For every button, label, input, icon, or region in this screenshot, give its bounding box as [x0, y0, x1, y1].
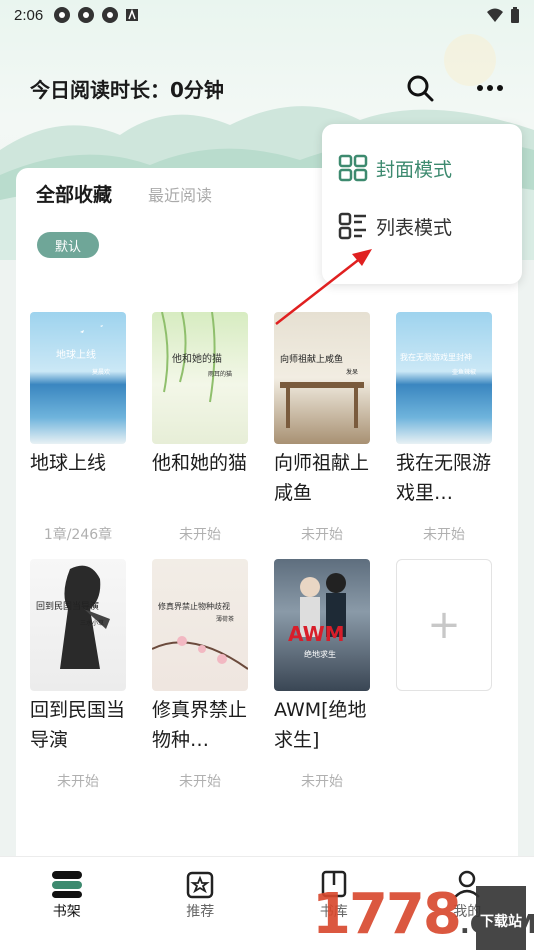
book-title: AWM[绝地求生] — [274, 699, 367, 751]
book-cover: 回到民国当导演 三水小草 — [30, 559, 126, 691]
search-icon[interactable] — [406, 74, 434, 102]
list-icon — [338, 212, 366, 240]
nav-label: 书架 — [52, 904, 81, 920]
book-progress: 1章/246章 — [43, 527, 113, 543]
book-item[interactable]: 他和她的猫 雨耳的猫 他和她的猫 未开始 — [152, 312, 248, 559]
book-progress: 未开始 — [301, 527, 343, 543]
watermark-badge: 下载站 — [476, 886, 526, 950]
book-progress: 未开始 — [301, 774, 343, 790]
book-cover: 地球上线 莫晨欢 — [30, 312, 126, 444]
cover-title-text: 向师祖献上咸鱼 — [280, 353, 343, 365]
book-item[interactable]: 我在无限游戏里封神 壶鱼辣椒 我在无限游戏里… 未开始 — [396, 312, 492, 559]
menu-item-cover-mode[interactable]: 封面模式 — [338, 154, 452, 182]
book-cover: 修真界禁止物种歧视 薄荷茶 — [152, 559, 248, 691]
book-progress: 未开始 — [57, 774, 99, 790]
book-item[interactable]: 向师祖献上咸鱼 发呆 向师祖献上咸鱼 未开始 — [274, 312, 370, 559]
app-notification-icon — [78, 7, 95, 23]
book-cover: 我在无限游戏里封神 壶鱼辣椒 — [396, 312, 492, 444]
reading-time-title: 今日阅读时长：0分钟 — [30, 77, 224, 102]
cover-author-text: 三水小草 — [80, 619, 104, 627]
book-grid: 地球上线 莫晨欢 地球上线 1章/246章 他和她的猫 雨耳的猫 他和她的猫 未… — [30, 312, 510, 806]
add-book-button[interactable]: + — [396, 559, 492, 691]
book-title: 修真界禁止物种… — [152, 699, 248, 751]
cover-author-text: 绝地求生 — [304, 649, 336, 659]
menu-item-label: 封面模式 — [376, 158, 453, 181]
cover-title-text: 他和她的猫 — [172, 352, 222, 365]
menu-item-list-mode[interactable]: 列表模式 — [338, 212, 452, 240]
book-cover: AWM 绝地求生 — [274, 559, 370, 691]
nav-bookshelf[interactable]: 书架 — [0, 857, 134, 950]
book-item[interactable]: 回到民国当导演 三水小草 回到民国当导演 未开始 — [30, 559, 126, 806]
book-title: 向师祖献上咸鱼 — [274, 452, 370, 504]
book-title: 回到民国当导演 — [30, 699, 126, 751]
book-cover: 向师祖献上咸鱼 发呆 — [274, 312, 370, 444]
more-options-icon[interactable] — [476, 84, 504, 92]
cover-author-text: 雨耳的猫 — [208, 370, 232, 378]
tab-all-favorites[interactable]: 全部收藏 — [36, 180, 112, 207]
book-cover: 他和她的猫 雨耳的猫 — [152, 312, 248, 444]
battery-icon — [511, 7, 519, 23]
menu-item-label: 列表模式 — [376, 216, 453, 239]
book-item[interactable]: AWM 绝地求生 AWM[绝地求生] 未开始 — [274, 559, 370, 806]
cover-title-text: 修真界禁止物种歧视 — [158, 601, 230, 611]
status-bar: 2:06 — [0, 0, 534, 30]
group-tag-chip[interactable]: 默认 — [37, 232, 99, 258]
app-notification-icon — [54, 7, 71, 23]
cover-author-text: 发呆 — [346, 368, 358, 376]
book-item[interactable]: 修真界禁止物种歧视 薄荷茶 修真界禁止物种… 未开始 — [152, 559, 248, 806]
cover-author-text: 壶鱼辣椒 — [452, 368, 476, 376]
wifi-icon — [487, 8, 503, 22]
book-progress: 未开始 — [179, 774, 221, 790]
book-title: 地球上线 — [30, 452, 107, 474]
cover-author-text: 莫晨欢 — [92, 368, 110, 376]
site-watermark: 1778.COM 下载站 — [312, 880, 534, 950]
nav-recommend[interactable]: 推荐 — [134, 857, 268, 950]
status-time: 2:06 — [14, 6, 44, 24]
book-progress: 未开始 — [179, 527, 221, 543]
book-title: 我在无限游戏里… — [396, 452, 492, 504]
cover-title-text: 我在无限游戏里封神 — [400, 352, 472, 362]
cover-title-text: 地球上线 — [56, 348, 96, 361]
cover-author-text: 薄荷茶 — [216, 615, 234, 623]
book-title: 他和她的猫 — [152, 452, 248, 474]
cover-title-text: AWM — [288, 622, 345, 646]
font-notification-icon — [126, 8, 139, 21]
nav-label: 推荐 — [186, 904, 215, 920]
add-book-slot: + — [396, 559, 492, 806]
cover-title-text: 回到民国当导演 — [36, 600, 99, 612]
grid-icon — [338, 154, 368, 182]
watermark-number: 1778 — [312, 882, 462, 947]
book-progress: 未开始 — [423, 527, 465, 543]
bookshelf-icon — [51, 871, 82, 898]
book-item[interactable]: 地球上线 莫晨欢 地球上线 1章/246章 — [30, 312, 126, 559]
shelf-tabs: 全部收藏 最近阅读 — [36, 180, 212, 207]
view-mode-popup: 封面模式 列表模式 — [322, 124, 522, 284]
app-notification-icon — [102, 7, 119, 23]
recommend-icon — [187, 871, 214, 899]
tab-recent-reading[interactable]: 最近阅读 — [148, 182, 212, 206]
page-header: 今日阅读时长：0分钟 — [0, 62, 534, 114]
